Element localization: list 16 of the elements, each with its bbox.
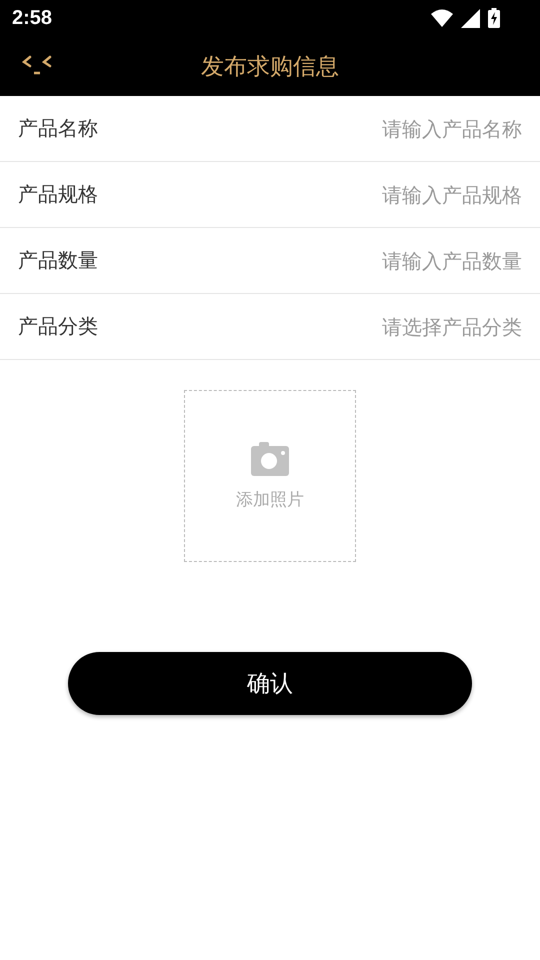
- battery-icon: [488, 8, 500, 28]
- input-field[interactable]: 请输入产品数量: [282, 248, 522, 272]
- back-icon[interactable]: [22, 54, 52, 76]
- field-label: 产品分类: [18, 313, 98, 340]
- input-field[interactable]: 请选择产品分类: [282, 314, 522, 338]
- field-label: 产品规格: [18, 181, 98, 208]
- input-field[interactable]: 请输入产品名称: [282, 116, 522, 140]
- input-field[interactable]: 请输入产品规格: [282, 182, 522, 206]
- status-time: 2:58: [12, 6, 52, 30]
- field-label: 产品数量: [18, 247, 98, 274]
- field-label: 产品名称: [18, 115, 98, 142]
- wifi-icon: [431, 9, 453, 27]
- camera-icon: [251, 442, 289, 476]
- page-title: 发布求购信息: [201, 52, 339, 82]
- confirm-button[interactable]: 确认: [68, 652, 472, 715]
- signal-icon: [461, 8, 480, 28]
